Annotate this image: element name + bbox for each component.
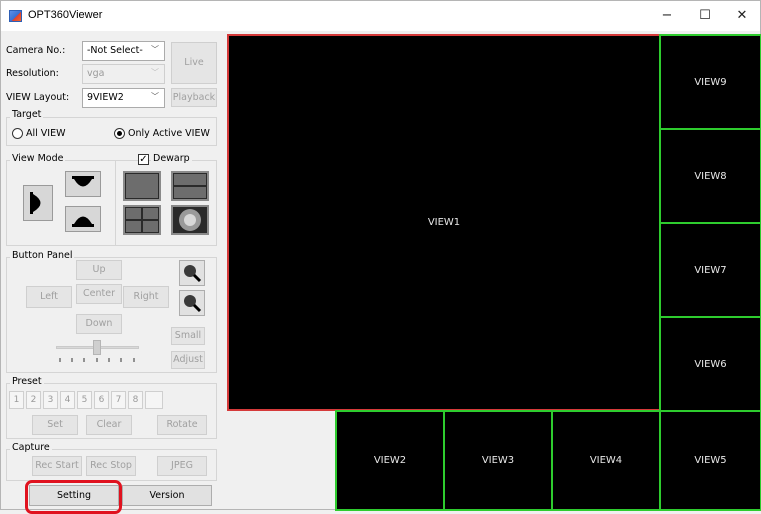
view6-panel[interactable]: VIEW6 bbox=[659, 316, 761, 412]
right-button[interactable]: Right bbox=[123, 286, 169, 308]
desk-mount-view-button[interactable] bbox=[65, 206, 101, 232]
minimize-button[interactable]: − bbox=[649, 1, 685, 31]
dual-view-icon bbox=[174, 174, 206, 198]
control-panel: Camera No.: -Not Select- ﹀ Resolution: v… bbox=[1, 31, 227, 511]
center-button[interactable]: Center bbox=[76, 284, 122, 304]
rec-start-button[interactable]: Rec Start bbox=[32, 456, 82, 476]
small-button[interactable]: Small bbox=[171, 327, 205, 345]
preset-clear-button[interactable]: Clear bbox=[86, 415, 132, 435]
preset-7-button[interactable]: 7 bbox=[111, 391, 126, 409]
magnifier-icon bbox=[184, 265, 202, 283]
camera-select-value: -Not Select- bbox=[87, 45, 143, 56]
live-button[interactable]: Live bbox=[171, 42, 217, 84]
view8-panel[interactable]: VIEW8 bbox=[659, 128, 761, 224]
preset-set-button[interactable]: Set bbox=[32, 415, 78, 435]
only-active-view-radio[interactable] bbox=[114, 128, 125, 139]
single-view-button[interactable] bbox=[123, 171, 161, 201]
preset-4-button[interactable]: 4 bbox=[60, 391, 75, 409]
view2-panel[interactable]: VIEW2 bbox=[335, 410, 445, 511]
desk-camera-icon bbox=[72, 216, 94, 227]
title-bar: OPT360Viewer − ☐ ✕ bbox=[1, 1, 760, 31]
preset-number-row: 1 2 3 4 5 6 7 8 bbox=[9, 391, 214, 409]
left-button[interactable]: Left bbox=[26, 286, 72, 308]
chevron-down-icon: ﹀ bbox=[151, 92, 159, 101]
chevron-down-icon: ﹀ bbox=[151, 45, 159, 54]
slider-ticks bbox=[59, 358, 135, 362]
ceiling-camera-icon bbox=[72, 176, 94, 187]
view1-label: VIEW1 bbox=[427, 217, 461, 228]
camera-label: Camera No.: bbox=[6, 45, 66, 56]
app-icon bbox=[9, 10, 22, 22]
close-button[interactable]: ✕ bbox=[724, 1, 760, 31]
all-view-label: All VIEW bbox=[26, 128, 66, 139]
view9-panel[interactable]: VIEW9 bbox=[659, 34, 761, 130]
jpeg-button[interactable]: JPEG bbox=[157, 456, 207, 476]
resolution-select[interactable]: vga ﹀ bbox=[82, 64, 165, 84]
camera-select[interactable]: -Not Select- ﹀ bbox=[82, 41, 165, 61]
quad-view-icon bbox=[126, 208, 158, 232]
target-title: Target bbox=[10, 109, 44, 120]
all-view-radio[interactable] bbox=[12, 128, 23, 139]
preset-1-button[interactable]: 1 bbox=[9, 391, 24, 409]
wall-camera-icon bbox=[30, 192, 41, 214]
window-title: OPT360Viewer bbox=[28, 9, 103, 21]
dual-view-button[interactable] bbox=[171, 171, 209, 201]
view5-label: VIEW5 bbox=[694, 455, 727, 466]
view9-label: VIEW9 bbox=[694, 76, 727, 88]
view7-panel[interactable]: VIEW7 bbox=[659, 222, 761, 318]
preset-9-button[interactable] bbox=[145, 391, 163, 409]
preset-5-button[interactable]: 5 bbox=[77, 391, 92, 409]
view-mode-title: View Mode bbox=[10, 153, 66, 164]
view5-panel[interactable]: VIEW5 bbox=[659, 410, 761, 511]
layout-select-value: 9VIEW2 bbox=[87, 92, 124, 103]
view6-label: VIEW6 bbox=[694, 358, 727, 370]
magnifier-icon bbox=[184, 295, 202, 313]
preset-rotate-button[interactable]: Rotate bbox=[157, 415, 207, 435]
view3-label: VIEW3 bbox=[481, 455, 515, 466]
layout-label: VIEW Layout: bbox=[6, 92, 70, 103]
button-panel-title: Button Panel bbox=[10, 250, 75, 261]
app-window: OPT360Viewer − ☐ ✕ Camera No.: -Not Sele… bbox=[0, 0, 761, 514]
rec-stop-button[interactable]: Rec Stop bbox=[86, 456, 136, 476]
preset-2-button[interactable]: 2 bbox=[26, 391, 41, 409]
view4-panel[interactable]: VIEW4 bbox=[551, 410, 661, 511]
zoom-out-button[interactable] bbox=[179, 290, 205, 316]
view1-panel[interactable]: VIEW1 bbox=[227, 34, 661, 411]
single-view-icon bbox=[126, 174, 158, 198]
up-button[interactable]: Up bbox=[76, 260, 122, 280]
version-button[interactable]: Version bbox=[122, 485, 212, 506]
view8-label: VIEW8 bbox=[694, 170, 727, 182]
zoom-in-button[interactable] bbox=[179, 260, 205, 286]
fisheye-view-button[interactable] bbox=[171, 205, 209, 235]
preset-6-button[interactable]: 6 bbox=[94, 391, 109, 409]
preset-8-button[interactable]: 8 bbox=[128, 391, 143, 409]
adjust-button[interactable]: Adjust bbox=[171, 351, 205, 369]
maximize-button[interactable]: ☐ bbox=[687, 1, 723, 31]
setting-highlight-box bbox=[25, 480, 122, 514]
preset-3-button[interactable]: 3 bbox=[43, 391, 58, 409]
fisheye-view-icon bbox=[179, 209, 201, 231]
view2-label: VIEW2 bbox=[373, 455, 407, 466]
layout-select[interactable]: 9VIEW2 ﹀ bbox=[82, 88, 165, 108]
wall-mount-view-button[interactable] bbox=[23, 185, 53, 221]
down-button[interactable]: Down bbox=[76, 314, 122, 334]
only-active-view-label: Only Active VIEW bbox=[128, 128, 210, 139]
zoom-slider-thumb[interactable] bbox=[93, 340, 101, 355]
preset-title: Preset bbox=[10, 376, 44, 387]
view4-label: VIEW4 bbox=[589, 455, 623, 466]
dewarp-label: Dewarp bbox=[151, 153, 192, 164]
quad-view-button[interactable] bbox=[123, 205, 161, 235]
chevron-down-icon: ﹀ bbox=[151, 68, 159, 77]
resolution-label: Resolution: bbox=[6, 68, 59, 79]
dewarp-checkbox[interactable]: ✓ bbox=[138, 154, 149, 165]
ceiling-mount-view-button[interactable] bbox=[65, 171, 101, 197]
view3-panel[interactable]: VIEW3 bbox=[443, 410, 553, 511]
resolution-select-value: vga bbox=[87, 68, 105, 79]
capture-title: Capture bbox=[10, 442, 52, 453]
view7-label: VIEW7 bbox=[694, 264, 727, 276]
playback-button[interactable]: Playback bbox=[171, 88, 217, 107]
